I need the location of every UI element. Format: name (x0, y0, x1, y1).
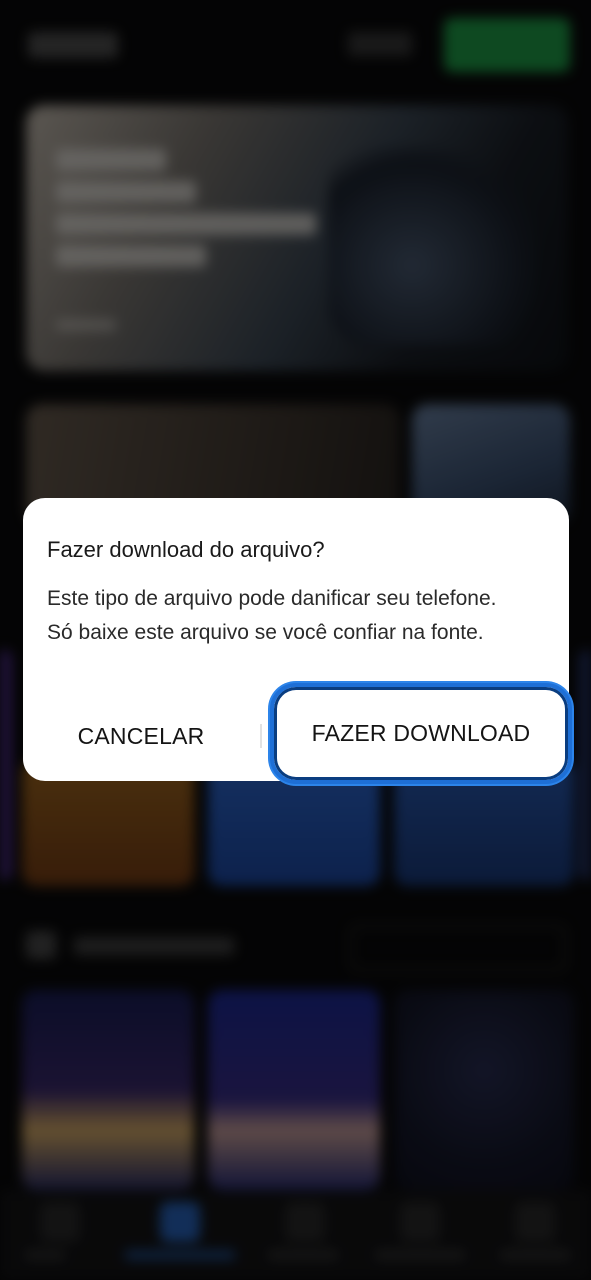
cancel-button[interactable]: CANCELAR (51, 706, 231, 766)
dialog-title: Fazer download do arquivo? (47, 537, 325, 562)
dialog-message: Este tipo de arquivo pode danificar seu … (47, 587, 497, 644)
download-button[interactable]: FAZER DOWNLOAD (270, 683, 572, 784)
button-divider (260, 724, 262, 748)
